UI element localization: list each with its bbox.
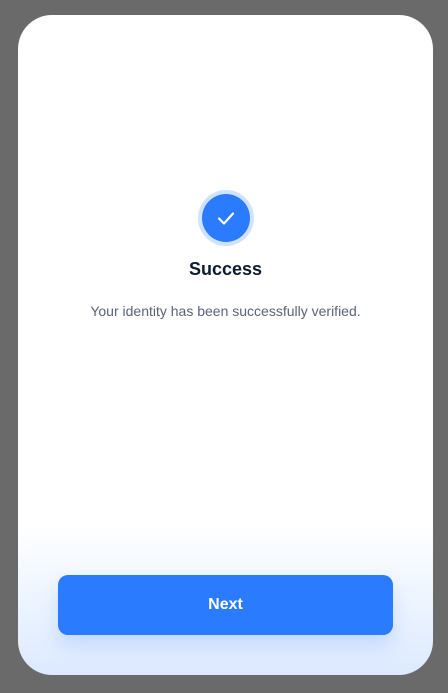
success-card: Success Your identity has been successfu… [18,15,433,675]
success-message: Your identity has been successfully veri… [90,303,361,319]
success-title: Success [188,259,263,279]
success-badge [198,190,254,246]
next-button[interactable]: Next [58,575,393,635]
success-badge-inner [202,194,250,242]
check-icon [217,212,235,225]
